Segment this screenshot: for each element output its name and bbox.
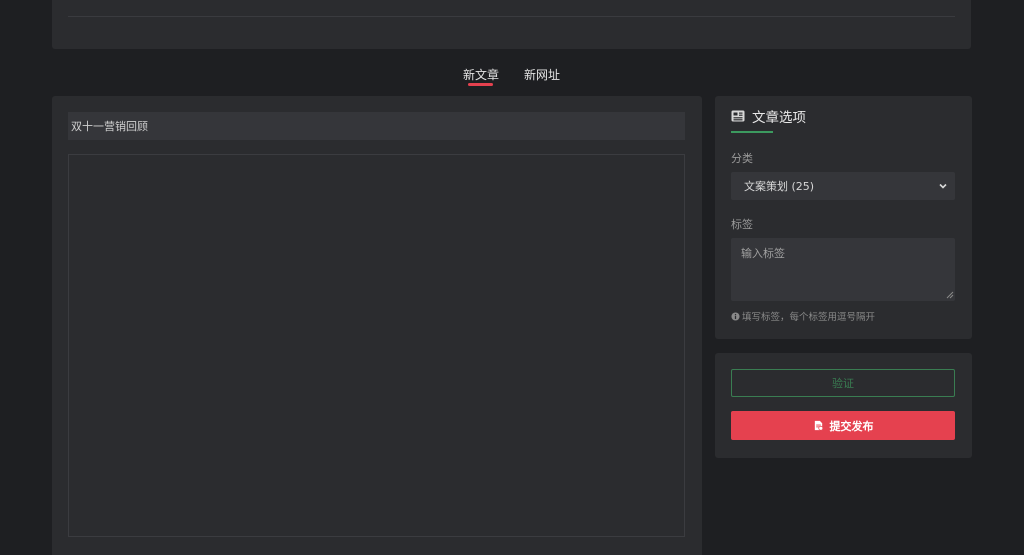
tags-input[interactable] bbox=[731, 238, 955, 301]
resize-grip-icon[interactable] bbox=[946, 291, 954, 299]
article-options-panel: 文章选项 分类 文案策划 (25) 标签 填写标签，每个标签用逗号隔开 bbox=[715, 96, 972, 339]
options-title: 文章选项 bbox=[752, 110, 806, 126]
tags-label: 标签 bbox=[731, 218, 753, 231]
info-icon bbox=[731, 311, 740, 321]
article-title-input[interactable] bbox=[68, 112, 685, 140]
actions-panel: 验证 提交发布 bbox=[715, 353, 972, 458]
category-selected-value: 文案策划 (25) bbox=[744, 180, 815, 193]
article-body-textarea[interactable] bbox=[68, 154, 685, 537]
options-title-underline bbox=[731, 131, 773, 133]
tab-new-article[interactable]: 新文章 bbox=[463, 66, 499, 83]
active-tab-indicator bbox=[468, 83, 493, 86]
publish-doc-icon bbox=[814, 420, 823, 431]
tab-bar: 新文章 新网址 bbox=[0, 58, 1024, 90]
top-panel bbox=[52, 0, 971, 49]
submit-publish-button[interactable]: 提交发布 bbox=[731, 411, 955, 440]
tab-new-url[interactable]: 新网址 bbox=[524, 66, 560, 83]
tags-hint-text: 填写标签，每个标签用逗号隔开 bbox=[742, 312, 876, 323]
category-select[interactable]: 文案策划 (25) bbox=[731, 172, 955, 200]
verify-button[interactable]: 验证 bbox=[731, 369, 955, 397]
newspaper-icon bbox=[731, 110, 745, 122]
options-header: 文章选项 bbox=[731, 106, 806, 126]
tags-hint: 填写标签，每个标签用逗号隔开 bbox=[731, 309, 875, 323]
editor-panel bbox=[52, 96, 702, 555]
divider bbox=[68, 16, 955, 17]
category-label: 分类 bbox=[731, 152, 753, 165]
chevron-down-icon bbox=[939, 183, 947, 189]
submit-button-label: 提交发布 bbox=[829, 419, 874, 433]
